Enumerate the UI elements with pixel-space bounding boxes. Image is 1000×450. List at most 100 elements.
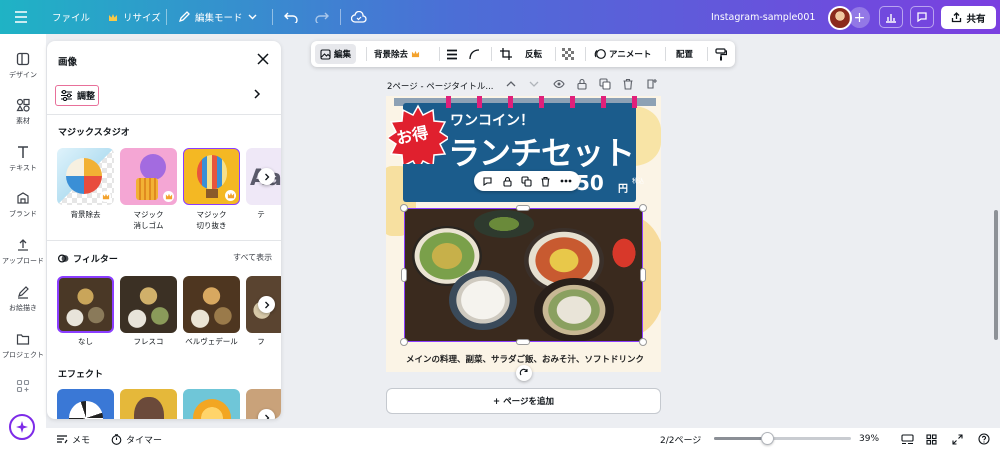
grid-view-button[interactable] bbox=[926, 428, 937, 450]
comments-button[interactable] bbox=[910, 6, 934, 28]
add-page-icon[interactable] bbox=[646, 78, 658, 90]
rail-item-apps[interactable] bbox=[0, 379, 46, 393]
magic-tool-grab[interactable] bbox=[183, 148, 240, 205]
file-menu[interactable]: ファイル bbox=[52, 0, 90, 34]
effect-tile-2[interactable] bbox=[120, 389, 177, 419]
timer-button[interactable]: タイマー bbox=[111, 428, 162, 450]
resize-handle[interactable] bbox=[401, 268, 407, 282]
zoom-slider[interactable] bbox=[714, 432, 851, 445]
notes-button[interactable]: メモ bbox=[56, 428, 90, 450]
add-page-button[interactable]: + ページを追加 bbox=[386, 388, 661, 414]
fullscreen-button[interactable] bbox=[952, 428, 963, 450]
lock-icon[interactable] bbox=[576, 78, 588, 90]
duplicate-icon[interactable] bbox=[599, 78, 611, 90]
magic-tool-label: マジック 切り抜き bbox=[196, 210, 227, 230]
add-collaborator-button[interactable]: + bbox=[849, 7, 870, 28]
filter-none[interactable] bbox=[57, 276, 114, 333]
zoom-slider-knob[interactable] bbox=[761, 432, 774, 445]
bg-remove-button[interactable]: 背景除去 bbox=[374, 41, 420, 67]
banner-subtitle[interactable]: ワンコイン！ bbox=[450, 110, 534, 130]
filter-heading-label: フィルター bbox=[73, 255, 118, 265]
page-count[interactable]: 2/2ページ bbox=[660, 428, 701, 450]
page-view-button[interactable] bbox=[901, 428, 914, 450]
resize-handle[interactable] bbox=[639, 338, 647, 346]
menu-button[interactable] bbox=[14, 0, 28, 34]
bg-remove-label: 背景除去 bbox=[374, 50, 409, 60]
see-all-link[interactable]: すべて表示 bbox=[233, 252, 272, 263]
more-icon[interactable] bbox=[560, 179, 572, 183]
chevron-up-icon[interactable] bbox=[505, 78, 517, 90]
resize-button[interactable]: リサイズ bbox=[108, 0, 161, 34]
rail-item-elements[interactable]: 素材 bbox=[0, 98, 46, 126]
chevron-right-icon[interactable] bbox=[253, 89, 261, 99]
banner-tab bbox=[508, 96, 513, 108]
trash-icon[interactable] bbox=[540, 176, 551, 187]
scroll-right-button[interactable] bbox=[258, 409, 275, 419]
adjust-label: 調整 bbox=[77, 92, 96, 102]
corner-radius-icon bbox=[469, 48, 480, 59]
crop-button[interactable] bbox=[500, 41, 512, 67]
menu-caption[interactable]: メインの料理、副菜、サラダご飯、おみそ汁、ソフトドリンク bbox=[406, 353, 644, 365]
border-style-button[interactable] bbox=[446, 41, 458, 67]
rail-item-design[interactable]: デザイン bbox=[0, 52, 46, 80]
rail-item-text[interactable]: テキスト bbox=[0, 145, 46, 173]
resize-handle[interactable] bbox=[640, 268, 646, 282]
resize-handle[interactable] bbox=[639, 204, 647, 212]
scroll-right-button[interactable] bbox=[258, 168, 275, 185]
rotate-handle[interactable] bbox=[516, 365, 532, 381]
animate-icon bbox=[594, 49, 606, 59]
rail-item-brand[interactable]: ブランド bbox=[0, 191, 46, 219]
filter-belvedere[interactable] bbox=[183, 276, 240, 333]
chevron-down-icon[interactable] bbox=[528, 78, 540, 90]
animate-button[interactable]: アニメート bbox=[594, 41, 651, 67]
vertical-scrollbar[interactable] bbox=[994, 210, 998, 340]
comment-add-icon[interactable] bbox=[482, 176, 493, 187]
design-canvas[interactable]: お得 ワンコイン！ ランチセット 50 円 税込 メインの料理、副菜、サラダご飯… bbox=[386, 96, 661, 372]
lock-icon[interactable] bbox=[502, 176, 513, 187]
rail-item-uploads[interactable]: アップロード bbox=[0, 238, 46, 266]
layout-icon bbox=[16, 52, 30, 66]
trash-icon[interactable] bbox=[622, 78, 634, 90]
page-title[interactable]: 2ページ - ページタイトル... bbox=[387, 80, 493, 92]
resize-handle[interactable] bbox=[400, 338, 408, 346]
transparency-button[interactable] bbox=[562, 41, 574, 67]
help-button[interactable] bbox=[978, 428, 990, 450]
resize-handle[interactable] bbox=[516, 339, 530, 345]
close-icon[interactable] bbox=[256, 52, 270, 66]
undo-button[interactable] bbox=[284, 0, 298, 34]
rail-item-projects[interactable]: プロジェクト bbox=[0, 332, 46, 360]
filter-label: ベルヴェデール bbox=[185, 337, 238, 346]
scroll-right-button[interactable] bbox=[258, 296, 275, 313]
price-value[interactable]: 50 bbox=[576, 171, 604, 195]
bar-chart-icon bbox=[886, 13, 896, 23]
duplicate-icon[interactable] bbox=[521, 175, 532, 187]
effect-tile-3[interactable] bbox=[183, 389, 240, 419]
resize-handle[interactable] bbox=[516, 205, 530, 211]
filter-fresco[interactable] bbox=[120, 276, 177, 333]
flip-label: 反転 bbox=[525, 50, 543, 60]
share-label: 共有 bbox=[966, 13, 986, 25]
divider bbox=[585, 47, 586, 61]
zoom-level[interactable]: 39% bbox=[859, 428, 879, 450]
document-title[interactable]: Instagram-sample001 bbox=[711, 0, 815, 34]
redo-button[interactable] bbox=[315, 0, 329, 34]
banner-title[interactable]: ランチセット bbox=[448, 128, 635, 174]
effect-tile-1[interactable] bbox=[57, 389, 114, 419]
rail-item-draw[interactable]: お絵描き bbox=[0, 285, 46, 313]
corner-rounding-button[interactable] bbox=[469, 41, 480, 67]
adjust-button[interactable]: 調整 bbox=[55, 85, 99, 106]
magic-assistant-button[interactable] bbox=[9, 414, 35, 440]
hide-page-icon[interactable] bbox=[553, 78, 565, 90]
magic-tool-bg-remove[interactable] bbox=[57, 148, 114, 205]
share-button[interactable]: 共有 bbox=[941, 6, 996, 29]
position-button[interactable]: 配置 bbox=[676, 41, 693, 67]
edit-mode-dropdown[interactable]: 編集モード bbox=[178, 0, 257, 34]
flip-button[interactable]: 反転 bbox=[525, 41, 542, 67]
resize-handle[interactable] bbox=[400, 204, 408, 212]
crown-icon bbox=[411, 50, 420, 58]
edit-image-button[interactable]: 編集 bbox=[315, 44, 357, 64]
magic-tool-eraser[interactable] bbox=[120, 148, 177, 205]
cloud-save-button[interactable] bbox=[351, 0, 367, 34]
copy-style-button[interactable] bbox=[715, 41, 727, 67]
insights-button[interactable] bbox=[879, 6, 903, 28]
